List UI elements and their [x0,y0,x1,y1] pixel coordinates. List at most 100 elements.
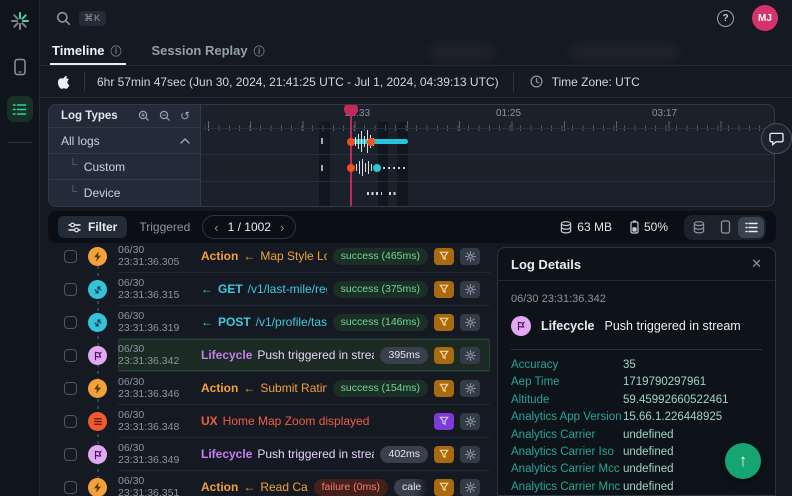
reset-zoom-icon[interactable]: ↺ [180,109,190,123]
log-type-row-device[interactable]: └ Device [49,180,200,206]
attr-value: 1719790297961 [623,374,762,391]
log-list-icon [12,103,27,116]
log-title: ←GET/v1/last-mile/region-info [201,282,327,296]
tab-label: Timeline [52,43,105,58]
details-message: Push triggered in stream [605,319,741,333]
status-badge: failure (0ms) [314,479,388,496]
row-checkbox[interactable] [64,415,77,428]
row-checkbox[interactable] [64,382,77,395]
session-info-bar: 6hr 57min 47sec (Jun 30, 2024, 21:41:25 … [40,66,792,98]
tab-session-replay[interactable]: Session Replay ⓘ [152,36,265,65]
phone-icon [13,58,27,76]
log-row[interactable]: 06/30 23:31:36.315 ←GET/v1/last-mile/reg… [48,273,490,306]
action-log-icon [88,379,107,398]
view-mode-list[interactable] [738,217,764,238]
filter-funnel-button[interactable] [434,281,454,298]
filter-funnel-button[interactable] [434,314,454,331]
divider [84,72,85,92]
row-checkbox[interactable] [64,250,77,263]
log-timestamp: 06/30 23:31:36.346 [118,376,201,400]
details-event-row: Lifecycle Push triggered in stream [511,316,762,336]
row-separator [202,128,774,129]
zoom-out-icon[interactable] [159,110,171,122]
filter-button[interactable]: Filter [58,216,127,238]
action-log-icon [88,478,107,496]
row-checkbox[interactable] [64,448,77,461]
log-settings-button[interactable] [460,347,480,364]
help-button[interactable]: ? [717,10,734,27]
next-page-button[interactable]: › [280,221,284,234]
zoom-in-icon[interactable] [138,110,150,122]
tab-timeline[interactable]: Timeline ⓘ [52,36,122,65]
log-settings-button[interactable] [460,248,480,265]
sidebar-item-device[interactable] [7,54,33,80]
sidebar-item-logs[interactable] [7,96,33,122]
filter-funnel-button[interactable] [434,380,454,397]
sliders-icon [68,222,81,233]
tab-bar: Timeline ⓘ Session Replay ⓘ [40,36,792,66]
filter-label: Filter [88,220,117,234]
log-title: UXHome Map Zoom displayed [201,414,428,428]
log-settings-button[interactable] [460,314,480,331]
log-pagination: ‹ 1 / 1002 › [202,215,296,239]
log-types-header: Log Types ↺ [49,105,200,128]
log-settings-button[interactable] [460,413,480,430]
question-icon: ? [722,13,728,24]
row-checkbox[interactable] [64,481,77,494]
filter-funnel-button[interactable] [434,446,454,463]
log-type-row-custom[interactable]: └ Custom [49,154,200,180]
prev-page-button[interactable]: ‹ [214,221,218,234]
details-type: Lifecycle [541,319,595,333]
phone-icon [720,220,731,234]
filter-funnel-button[interactable] [434,413,454,430]
filter-funnel-button[interactable] [434,479,454,496]
info-icon[interactable]: ⓘ [254,43,265,59]
battery-value: 50% [644,220,668,234]
log-type-row-all-logs[interactable]: All logs [49,128,200,154]
log-title: LifecyclePush triggered in stream [201,447,374,461]
close-icon[interactable]: ✕ [751,256,762,272]
filter-funnel-button[interactable] [434,248,454,265]
row-checkbox[interactable] [64,349,77,362]
view-mode-device[interactable] [712,217,738,238]
custom-event-cluster [356,159,372,176]
chevron-up-icon[interactable] [180,138,190,144]
scroll-to-top-button[interactable]: ↑ [725,443,761,479]
details-attributes: Accuracy35 Aep Time1719790297961 Altitud… [511,357,762,496]
log-row[interactable]: 06/30 23:31:36.351 Action←Read Calendar … [48,471,490,496]
log-timestamp: 06/30 23:31:36.315 [118,277,201,301]
sidebar-divider [8,142,32,143]
redacted-tab [570,44,680,60]
log-types-title: Log Types [61,110,118,122]
attr-key: Aep Time [511,374,623,391]
row-checkbox[interactable] [64,283,77,296]
log-settings-button[interactable] [460,380,480,397]
details-header: Log Details ✕ [498,248,775,281]
filter-funnel-button[interactable] [434,347,454,364]
log-title: Action←Submit Rating [201,381,327,395]
lifecycle-log-icon [511,316,531,336]
log-timestamp: 06/30 23:31:36.351 [118,475,201,496]
status-badge: success (375ms) [333,281,428,298]
log-row[interactable]: 06/30 23:31:36.346 Action←Submit Rating … [48,372,490,405]
search-icon[interactable] [56,11,71,26]
row-separator [202,154,774,155]
feedback-button[interactable] [761,123,792,154]
log-row[interactable]: 06/30 23:31:36.348 UXHome Map Zoom displ… [48,405,490,438]
log-row[interactable]: 06/30 23:31:36.349 LifecyclePush trigger… [48,438,490,471]
info-icon[interactable]: ⓘ [111,43,122,59]
log-settings-button[interactable] [460,446,480,463]
ux-log-icon [88,412,107,431]
user-avatar[interactable]: MJ [752,5,778,31]
log-row[interactable]: 06/30 23:31:36.305 Action←Map Style Load… [48,240,490,273]
chat-bubble-icon [769,132,784,146]
log-settings-button[interactable] [460,281,480,298]
attr-value: 15.66.1.226448925 [623,409,762,426]
log-row[interactable]: 06/30 23:31:36.319 ←POST/v1/profile/task… [48,306,490,339]
log-row-selected[interactable]: 06/30 23:31:36.342 LifecyclePush trigger… [48,339,490,372]
log-settings-button[interactable] [460,479,480,496]
duration-badge: 402ms [380,446,428,463]
row-checkbox[interactable] [64,316,77,329]
view-mode-data[interactable] [686,217,712,238]
log-types-column: Log Types ↺ All logs └ Custom [49,105,201,206]
